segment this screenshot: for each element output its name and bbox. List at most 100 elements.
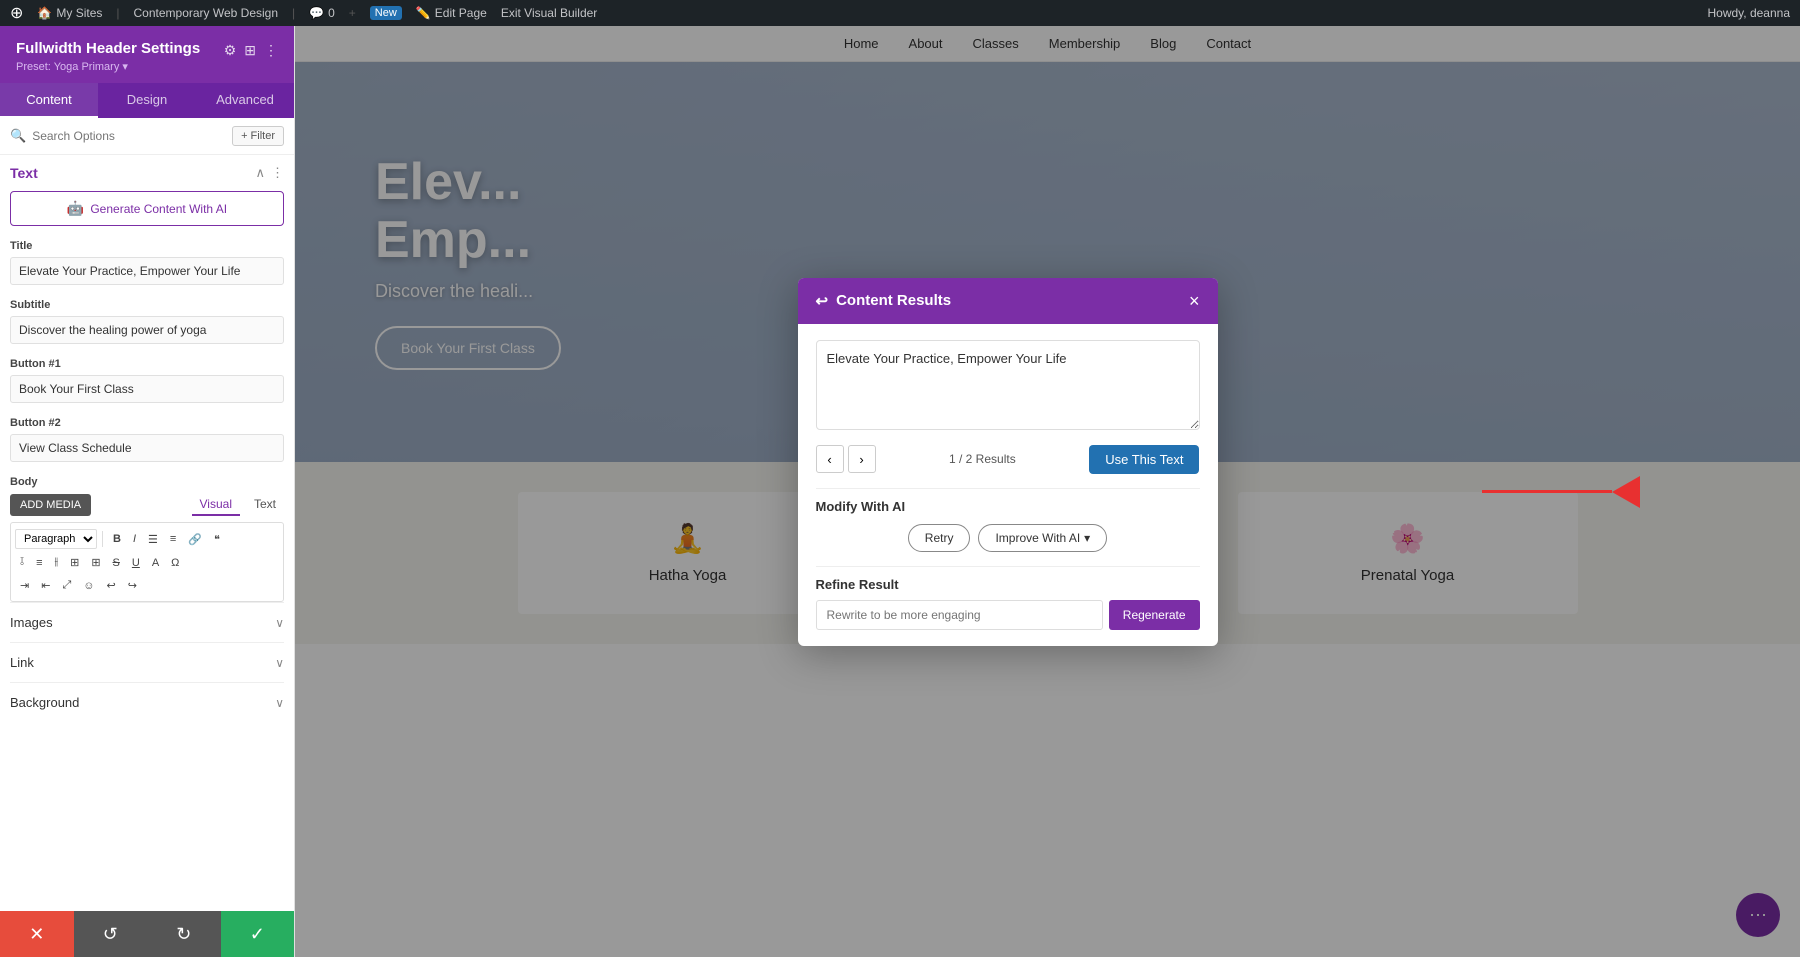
panel-title-icons: ⚙ ⊞ ⋮ [224,42,278,59]
grid-icon[interactable]: ⊞ [244,42,256,59]
align-left-button[interactable]: ⫱ [15,553,29,572]
button1-label: Button #1 [10,358,284,370]
section-divider-2 [816,566,1200,567]
link-section-header[interactable]: Link ∨ [10,655,284,670]
filter-button[interactable]: + Filter [232,126,284,146]
settings-icon[interactable]: ⚙ [224,42,237,59]
tab-design[interactable]: Design [98,83,196,118]
align-right-button[interactable]: ⫲ [50,553,64,572]
strike-button[interactable]: S [108,554,125,572]
images-section: Images ∨ [10,602,284,642]
main-layout: Fullwidth Header Settings ⚙ ⊞ ⋮ Preset: … [0,26,1800,957]
ol-button[interactable]: ≡ [165,530,181,548]
images-section-header[interactable]: Images ∨ [10,615,284,630]
prev-page-button[interactable]: ‹ [816,445,844,473]
background-chevron-icon: ∨ [275,696,284,710]
more-toolbar-button[interactable]: ⊞ [86,553,105,572]
panel-actions: ✕ ↺ ↻ ✓ [0,911,294,957]
align-center-button[interactable]: ≡ [31,554,47,572]
site-name-link[interactable]: Contemporary Web Design [134,6,279,20]
search-input[interactable] [32,129,226,143]
link-button[interactable]: 🔗 [183,530,207,549]
add-media-button[interactable]: ADD MEDIA [10,494,91,516]
tab-advanced[interactable]: Advanced [196,83,294,118]
text-section-title: Text [10,165,38,181]
search-icon: 🔍 [10,128,26,144]
button1-input[interactable] [10,375,284,403]
fullscreen-button[interactable]: ⤢ [57,576,76,595]
refine-input[interactable] [816,600,1103,630]
underline-button[interactable]: U [127,554,145,572]
use-this-text-button[interactable]: Use This Text [1089,445,1199,474]
content-result-textarea[interactable] [816,340,1200,430]
table-button[interactable]: ⊞ [65,553,84,572]
editor-tab-text[interactable]: Text [246,494,284,516]
next-page-button[interactable]: › [848,445,876,473]
more-options-icon: ⋮ [271,165,284,181]
my-sites-link[interactable]: 🏠 My Sites [37,6,102,20]
redo-editor-button[interactable]: ↪ [123,576,142,595]
my-sites-icon: 🏠 [37,6,52,20]
ul-button[interactable]: ☰ [143,530,163,549]
subtitle-input[interactable] [10,316,284,344]
images-section-title: Images [10,615,53,630]
undo-editor-button[interactable]: ↩ [101,576,120,595]
panel-tabs: Content Design Advanced [0,83,294,118]
howdy-user[interactable]: Howdy, deanna [1708,6,1791,20]
refine-label: Refine Result [816,577,1200,592]
tab-content[interactable]: Content [0,83,98,118]
save-button[interactable]: ✓ [221,911,295,957]
arrow-line [1482,490,1612,493]
text-section-header: Text ∧ ⋮ [10,165,284,181]
retry-button[interactable]: Retry [908,524,971,552]
comments-link[interactable]: 💬 0 [309,6,335,20]
bold-button[interactable]: B [108,530,126,548]
modify-buttons: Retry Improve With AI ▾ [816,524,1200,552]
outdent-button[interactable]: ⇤ [36,576,55,595]
undo-button[interactable]: ↺ [74,911,148,957]
new-link[interactable]: New [370,6,402,20]
improve-with-ai-button[interactable]: Improve With AI ▾ [978,524,1107,552]
text-section-toggle[interactable]: ∧ ⋮ [255,165,284,181]
improve-dropdown-icon: ▾ [1084,531,1090,545]
regenerate-button[interactable]: Regenerate [1109,600,1200,630]
italic-button[interactable]: I [128,530,141,548]
paragraph-select[interactable]: Paragraph [15,529,97,549]
link-chevron-icon: ∨ [275,656,284,670]
emoji-button[interactable]: ☺ [78,577,99,595]
modal-overlay: ↩ Content Results × ‹ › 1 / 2 Results Us… [295,26,1800,957]
panel-header: Fullwidth Header Settings ⚙ ⊞ ⋮ Preset: … [0,26,294,83]
pagination-row: ‹ › 1 / 2 Results Use This Text [816,445,1200,474]
indent-button[interactable]: ⇥ [15,576,34,595]
redo-button[interactable]: ↻ [147,911,221,957]
toolbar-row-1: Paragraph B I ☰ ≡ 🔗 ❝ [15,527,279,551]
editor-toolbar: Paragraph B I ☰ ≡ 🔗 ❝ ⫱ ≡ [10,522,284,602]
images-chevron-icon: ∨ [275,616,284,630]
button2-input[interactable] [10,434,284,462]
text-color-button[interactable]: A [147,554,164,572]
text-section: Text ∧ ⋮ 🤖 Generate Content With AI Titl… [10,165,284,602]
body-header: Body [10,476,284,488]
body-section: Body ADD MEDIA Visual Text Paragraph [10,476,284,602]
button2-field: Button #2 [10,417,284,466]
exit-visual-builder-link[interactable]: Exit Visual Builder [501,6,598,20]
admin-bar-right: Howdy, deanna [1708,6,1791,20]
modal-close-button[interactable]: × [1189,292,1200,310]
title-input[interactable] [10,257,284,285]
panel-title: Fullwidth Header Settings [16,40,200,57]
editor-tab-visual[interactable]: Visual [192,494,240,516]
special-char-button[interactable]: Ω [166,554,184,572]
button1-field: Button #1 [10,358,284,407]
more-icon[interactable]: ⋮ [264,42,278,59]
ai-icon: 🤖 [67,200,84,217]
edit-page-link[interactable]: ✏️ Edit Page [416,6,487,20]
background-section-header[interactable]: Background ∨ [10,695,284,710]
left-panel: Fullwidth Header Settings ⚙ ⊞ ⋮ Preset: … [0,26,295,957]
quote-button[interactable]: ❝ [209,530,225,549]
title-label: Title [10,240,284,252]
cancel-button[interactable]: ✕ [0,911,74,957]
generate-ai-button[interactable]: 🤖 Generate Content With AI [10,191,284,226]
collapse-icon: ∧ [255,165,265,181]
background-section: Background ∨ [10,682,284,722]
wp-logo-icon[interactable]: ⊕ [10,3,23,23]
